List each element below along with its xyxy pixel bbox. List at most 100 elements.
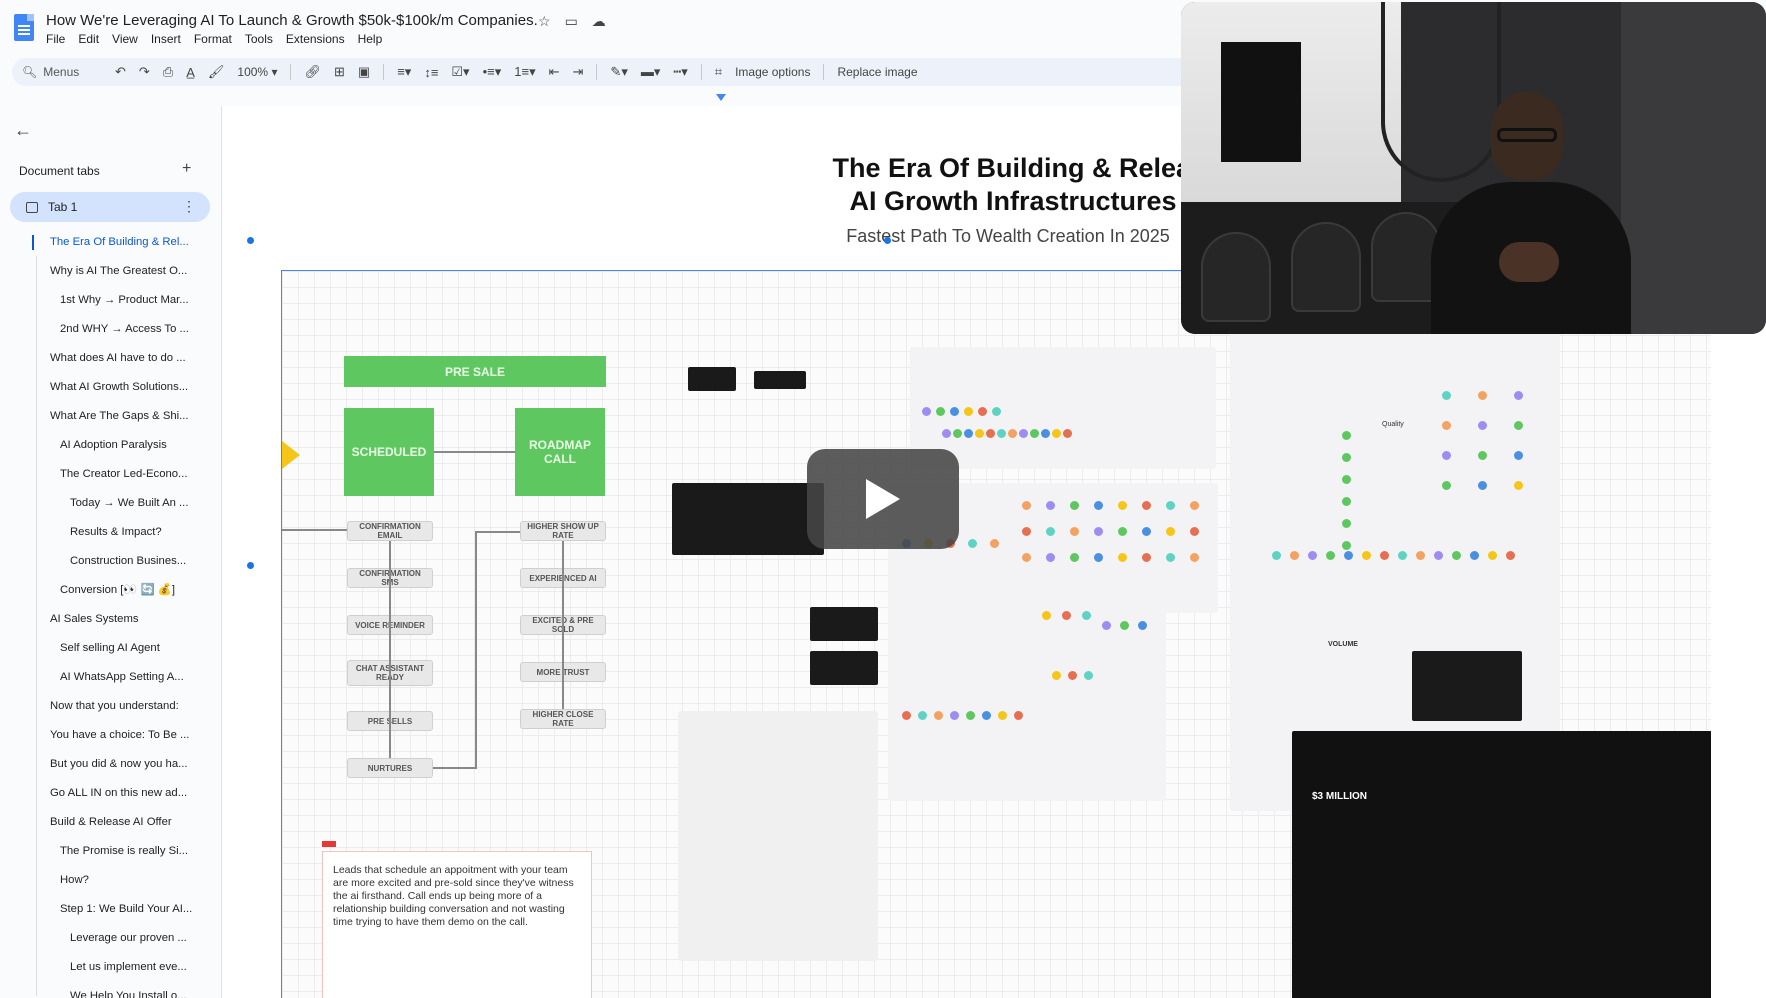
border-color-icon[interactable]: ✎▾ (610, 64, 627, 80)
selection-handle[interactable] (247, 562, 254, 569)
workflow-panel (888, 601, 1166, 801)
spellcheck-icon[interactable]: A̲ (186, 65, 195, 80)
image-options-button[interactable]: Image options (735, 65, 810, 79)
outline-item[interactable]: How? (0, 866, 222, 895)
embedded-workflow-image[interactable]: PRE SALE SCHEDULED ROADMAP CALL CONFIRMA… (281, 270, 1711, 998)
video-play-button[interactable] (807, 449, 959, 549)
flow-node-dot (1014, 711, 1023, 720)
menu-view[interactable]: View (112, 32, 138, 46)
link-icon[interactable]: 🔗︎ (304, 64, 321, 80)
outline-item[interactable]: Construction Busines... (0, 547, 222, 576)
flow-node-dot (1442, 391, 1451, 400)
outline-item[interactable]: The Promise is really Si... (0, 837, 222, 866)
crop-icon[interactable]: ⌗ (715, 64, 722, 80)
flow-node-dot (1506, 551, 1515, 560)
outline-item[interactable]: We Help You Install o... (0, 982, 222, 998)
zoom-select[interactable]: 100% ▾ (237, 65, 277, 79)
outline-item[interactable]: 1st Why → Product Mar... (0, 286, 222, 315)
flow-node-dot (1442, 451, 1451, 460)
flow-node-dot (998, 711, 1007, 720)
redo-icon[interactable]: ↷ (139, 64, 150, 80)
checklist-icon[interactable]: ☑▾ (451, 64, 469, 80)
outline-item[interactable]: Self selling AI Agent (0, 634, 222, 663)
replace-image-button[interactable]: Replace image (837, 65, 917, 79)
outline-item[interactable]: Build & Release AI Offer (0, 808, 222, 837)
tab-1[interactable]: Tab 1 ⋮ (10, 192, 210, 222)
screenshot-thumbnail (810, 607, 878, 641)
docs-logo-icon[interactable] (14, 14, 34, 41)
outline-item[interactable]: Leverage our proven ... (0, 924, 222, 953)
outline-item[interactable]: The Era Of Building & Rel... (0, 228, 222, 257)
line-spacing-icon[interactable]: ↕≡ (424, 65, 438, 80)
outline-item[interactable]: What AI Growth Solutions... (0, 373, 222, 402)
flow-node-dot (1342, 519, 1351, 528)
outline-item[interactable]: Conversion [👀 🔄 💰] (0, 576, 222, 605)
cloud-status-icon[interactable]: ☁ (592, 13, 606, 30)
flow-node-dot (1082, 611, 1091, 620)
outline-item[interactable]: Why is AI The Greatest O... (0, 257, 222, 286)
border-dash-icon[interactable]: ┅▾ (673, 64, 687, 80)
flow-node-dot (1362, 551, 1371, 560)
toolbar-divider (383, 64, 385, 80)
menu-edit[interactable]: Edit (78, 32, 99, 46)
outline-item[interactable]: But you did & now you ha... (0, 750, 222, 779)
menu-help[interactable]: Help (358, 32, 383, 46)
flow-node-dot (1118, 527, 1127, 536)
selection-handle[interactable] (247, 237, 254, 244)
undo-icon[interactable]: ↶ (115, 64, 126, 80)
increase-indent-icon[interactable]: ⇥ (573, 64, 584, 80)
more-vert-icon[interactable]: ⋮ (182, 198, 196, 215)
outline-item[interactable]: What does AI have to do ... (0, 344, 222, 373)
menu-extensions[interactable]: Extensions (286, 32, 345, 46)
back-arrow-icon[interactable]: ← (14, 120, 32, 141)
add-tab-icon[interactable]: + (182, 160, 191, 178)
decrease-indent-icon[interactable]: ⇤ (549, 64, 560, 80)
flow-node-dot (1434, 551, 1443, 560)
flow-node-dot (950, 711, 959, 720)
flow-node-dot (992, 407, 1001, 416)
flow-node-dot (982, 711, 991, 720)
ruler-indent-marker[interactable] (716, 94, 726, 101)
comment-icon[interactable]: ⊞ (334, 64, 345, 80)
outline-item[interactable]: Results & Impact? (0, 518, 222, 547)
outline-item[interactable]: Go ALL IN on this new ad... (0, 779, 222, 808)
flow-node-dot (1094, 553, 1103, 562)
print-icon[interactable]: ⎙ (163, 64, 173, 80)
connector-line (433, 767, 475, 769)
move-folder-icon[interactable]: ▭ (565, 13, 578, 30)
outline-item[interactable]: AI Adoption Paralysis (0, 431, 222, 460)
volume-label: VOLUME (1328, 641, 1358, 648)
align-icon[interactable]: ≡▾ (397, 64, 411, 80)
star-icon[interactable]: ☆ (538, 13, 551, 30)
outline-item[interactable]: You have a choice: To Be ... (0, 721, 222, 750)
outline-item[interactable]: Now that you understand: (0, 692, 222, 721)
toolbar-divider (823, 64, 825, 80)
paint-format-icon[interactable]: 🖌︎ (208, 64, 225, 80)
menu-search[interactable]: 🔍︎ Menus (22, 65, 102, 79)
outline-item[interactable]: Step 1: We Build Your AI... (0, 895, 222, 924)
outline-item[interactable]: Let us implement eve... (0, 953, 222, 982)
tab-icon (26, 201, 38, 213)
bulleted-list-icon[interactable]: •≡▾ (483, 64, 502, 80)
outline-item[interactable]: AI Sales Systems (0, 605, 222, 634)
document-title[interactable]: How We're Leveraging AI To Launch & Grow… (46, 12, 538, 29)
menu-file[interactable]: File (46, 32, 65, 46)
outline-item[interactable]: AI WhatsApp Setting A... (0, 663, 222, 692)
border-weight-icon[interactable]: ▬▾ (641, 64, 661, 80)
menu-format[interactable]: Format (194, 32, 232, 46)
outline-item[interactable]: Today → We Built An ... (0, 489, 222, 518)
sticky-note: Leads that schedule an appoitment with y… (322, 851, 592, 998)
numbered-list-icon[interactable]: 1≡▾ (514, 64, 535, 80)
flow-node-dot (964, 429, 973, 438)
outline-item[interactable]: 2nd WHY → Access To ... (0, 315, 222, 344)
menu-insert[interactable]: Insert (151, 32, 181, 46)
flow-node-dot (1190, 527, 1199, 536)
outline-item[interactable]: The Creator Led-Econo... (0, 460, 222, 489)
flow-node-dot (1063, 429, 1072, 438)
insert-image-icon[interactable]: ▣ (358, 64, 370, 80)
menu-tools[interactable]: Tools (245, 32, 273, 46)
outline-item[interactable]: What Are The Gaps & Shi... (0, 402, 222, 431)
flow-node-dot (1326, 551, 1335, 560)
connector-line (434, 451, 515, 453)
selection-handle[interactable] (884, 237, 891, 244)
